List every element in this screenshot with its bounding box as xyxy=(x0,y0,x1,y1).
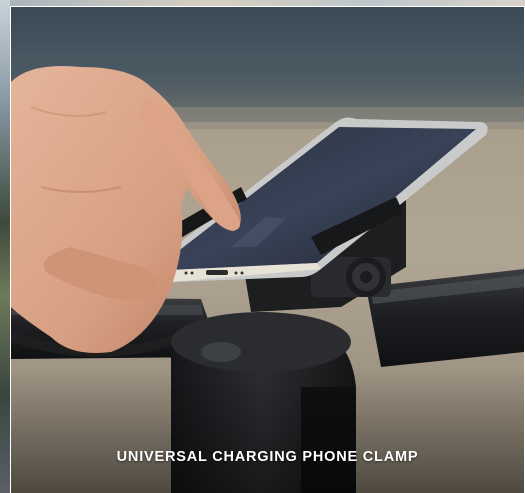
product-caption: UNIVERSAL CHARGING PHONE CLAMP xyxy=(116,449,419,465)
photo-illustration xyxy=(11,7,524,493)
left-edge-strip xyxy=(0,0,10,493)
product-photo: UNIVERSAL CHARGING PHONE CLAMP xyxy=(11,7,524,493)
top-edge-strip xyxy=(0,0,525,6)
product-image-card: UNIVERSAL CHARGING PHONE CLAMP xyxy=(0,0,525,493)
